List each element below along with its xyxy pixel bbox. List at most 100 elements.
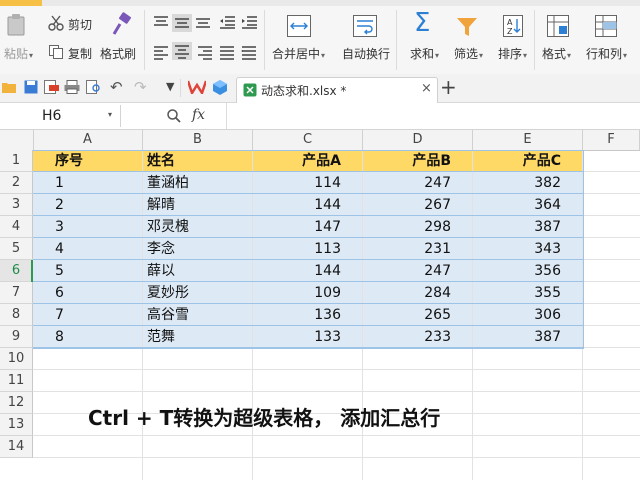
cut-button[interactable]: 剪切 (68, 16, 92, 33)
row-header-5[interactable]: 5 (0, 238, 33, 260)
print-preview-icon[interactable] (86, 80, 102, 94)
close-tab-icon[interactable]: × (421, 81, 432, 96)
print-icon[interactable] (64, 80, 80, 94)
function-icon[interactable]: fx (192, 107, 205, 123)
table-cell[interactable]: 1 (55, 172, 143, 194)
merge-center-icon[interactable] (286, 14, 312, 38)
table-cell[interactable]: 113 (253, 238, 341, 260)
table-cell[interactable]: 2 (55, 194, 143, 216)
table-cell[interactable]: 387 (473, 216, 561, 238)
format-button[interactable]: 格式▾ (542, 45, 571, 62)
format-painter-button[interactable]: 格式刷 (100, 45, 136, 62)
table-cell[interactable]: 356 (473, 260, 561, 282)
paste-button[interactable]: 粘贴▾ (4, 45, 33, 62)
table-cell[interactable]: 8 (55, 326, 143, 348)
document-tab[interactable]: 动态求和.xlsx * × (236, 77, 438, 103)
table-cell[interactable]: 136 (253, 304, 341, 326)
table-cell[interactable]: 4 (55, 238, 143, 260)
row-header-9[interactable]: 9 (0, 326, 33, 348)
table-cell[interactable]: 298 (363, 216, 451, 238)
table-cell[interactable]: 7 (55, 304, 143, 326)
paste-icon[interactable] (4, 12, 30, 38)
row-header-3[interactable]: 3 (0, 194, 33, 216)
rows-columns-icon[interactable] (594, 14, 618, 38)
table-cell[interactable]: 薛以 (147, 260, 253, 282)
column-header-d[interactable]: D (363, 130, 473, 150)
table-cell[interactable]: 265 (363, 304, 451, 326)
name-box[interactable]: H6 ▾ (0, 105, 121, 127)
table-cell[interactable]: 夏妙彤 (147, 282, 253, 304)
align-center-icon[interactable] (172, 42, 192, 60)
row-header-1[interactable]: 1 (0, 150, 33, 172)
formula-input[interactable] (227, 103, 640, 129)
zoom-icon[interactable] (166, 108, 182, 124)
format-icon[interactable] (546, 14, 570, 38)
sort-button[interactable]: 排序▾ (498, 45, 527, 62)
table-cell[interactable]: 解晴 (147, 194, 253, 216)
scissors-icon[interactable] (48, 15, 64, 31)
table-cell[interactable]: 267 (363, 194, 451, 216)
row-header-2[interactable]: 2 (0, 172, 33, 194)
table-cell[interactable]: 5 (55, 260, 143, 282)
justify-icon[interactable] (218, 44, 236, 60)
indent-decrease-icon[interactable] (218, 14, 236, 30)
table-cell[interactable]: 284 (363, 282, 451, 304)
new-tab-icon[interactable]: + (440, 75, 457, 99)
row-header-6[interactable]: 6 (0, 260, 33, 282)
column-header-f[interactable]: F (583, 130, 640, 150)
table-cell[interactable]: 233 (363, 326, 451, 348)
align-left-icon[interactable] (152, 44, 170, 60)
table-cell[interactable]: 382 (473, 172, 561, 194)
row-header-10[interactable]: 10 (0, 348, 33, 370)
row-header-14[interactable]: 14 (0, 436, 33, 458)
table-cell[interactable]: 董涵柏 (147, 172, 253, 194)
table-cell[interactable]: 247 (363, 172, 451, 194)
column-header-e[interactable]: E (473, 130, 583, 150)
table-cell[interactable]: 364 (473, 194, 561, 216)
filter-icon[interactable] (456, 16, 478, 38)
table-cell[interactable]: 109 (253, 282, 341, 304)
table-cell[interactable]: 147 (253, 216, 341, 238)
table-cell[interactable]: 范舞 (147, 326, 253, 348)
filter-button[interactable]: 筛选▾ (454, 45, 483, 62)
table-cell[interactable]: 高谷雪 (147, 304, 253, 326)
table-header-cell[interactable]: 产品A (253, 150, 341, 172)
table-cell[interactable]: 114 (253, 172, 341, 194)
table-cell[interactable]: 387 (473, 326, 561, 348)
indent-increase-icon[interactable] (240, 14, 258, 30)
redo-icon[interactable]: ↷ (134, 78, 147, 96)
table-header-cell[interactable]: 姓名 (147, 150, 253, 172)
table-cell[interactable]: 306 (473, 304, 561, 326)
wrap-text-icon[interactable] (352, 14, 378, 38)
column-header-b[interactable]: B (143, 130, 253, 150)
sum-button[interactable]: 求和▾ (410, 45, 439, 62)
table-cell[interactable]: 6 (55, 282, 143, 304)
table-header-cell[interactable]: 产品B (363, 150, 451, 172)
name-box-dropdown-icon[interactable]: ▾ (108, 110, 112, 119)
table-cell[interactable]: 231 (363, 238, 451, 260)
row-header-11[interactable]: 11 (0, 370, 33, 392)
save-icon[interactable] (24, 80, 38, 94)
table-cell[interactable]: 133 (253, 326, 341, 348)
row-header-13[interactable]: 13 (0, 414, 33, 436)
rows-columns-button[interactable]: 行和列▾ (586, 45, 627, 62)
table-cell[interactable]: 355 (473, 282, 561, 304)
table-header-cell[interactable]: 产品C (473, 150, 561, 172)
row-header-4[interactable]: 4 (0, 216, 33, 238)
copy-button[interactable]: 复制 (68, 45, 92, 62)
merge-center-button[interactable]: 合并居中▾ (272, 45, 325, 62)
folder-icon[interactable] (2, 81, 16, 93)
undo-icon[interactable]: ↶ (110, 78, 123, 96)
distribute-icon[interactable] (240, 44, 258, 60)
row-header-7[interactable]: 7 (0, 282, 33, 304)
select-all-corner[interactable] (0, 130, 34, 150)
row-header-12[interactable]: 12 (0, 392, 33, 414)
table-cell[interactable]: 144 (253, 260, 341, 282)
cube-icon[interactable] (212, 79, 228, 95)
table-cell[interactable]: 144 (253, 194, 341, 216)
wps-logo-icon[interactable] (188, 80, 206, 94)
export-pdf-icon[interactable] (44, 80, 60, 94)
row-header-8[interactable]: 8 (0, 304, 33, 326)
table-cell[interactable]: 李念 (147, 238, 253, 260)
table-cell[interactable]: 邓灵槐 (147, 216, 253, 238)
